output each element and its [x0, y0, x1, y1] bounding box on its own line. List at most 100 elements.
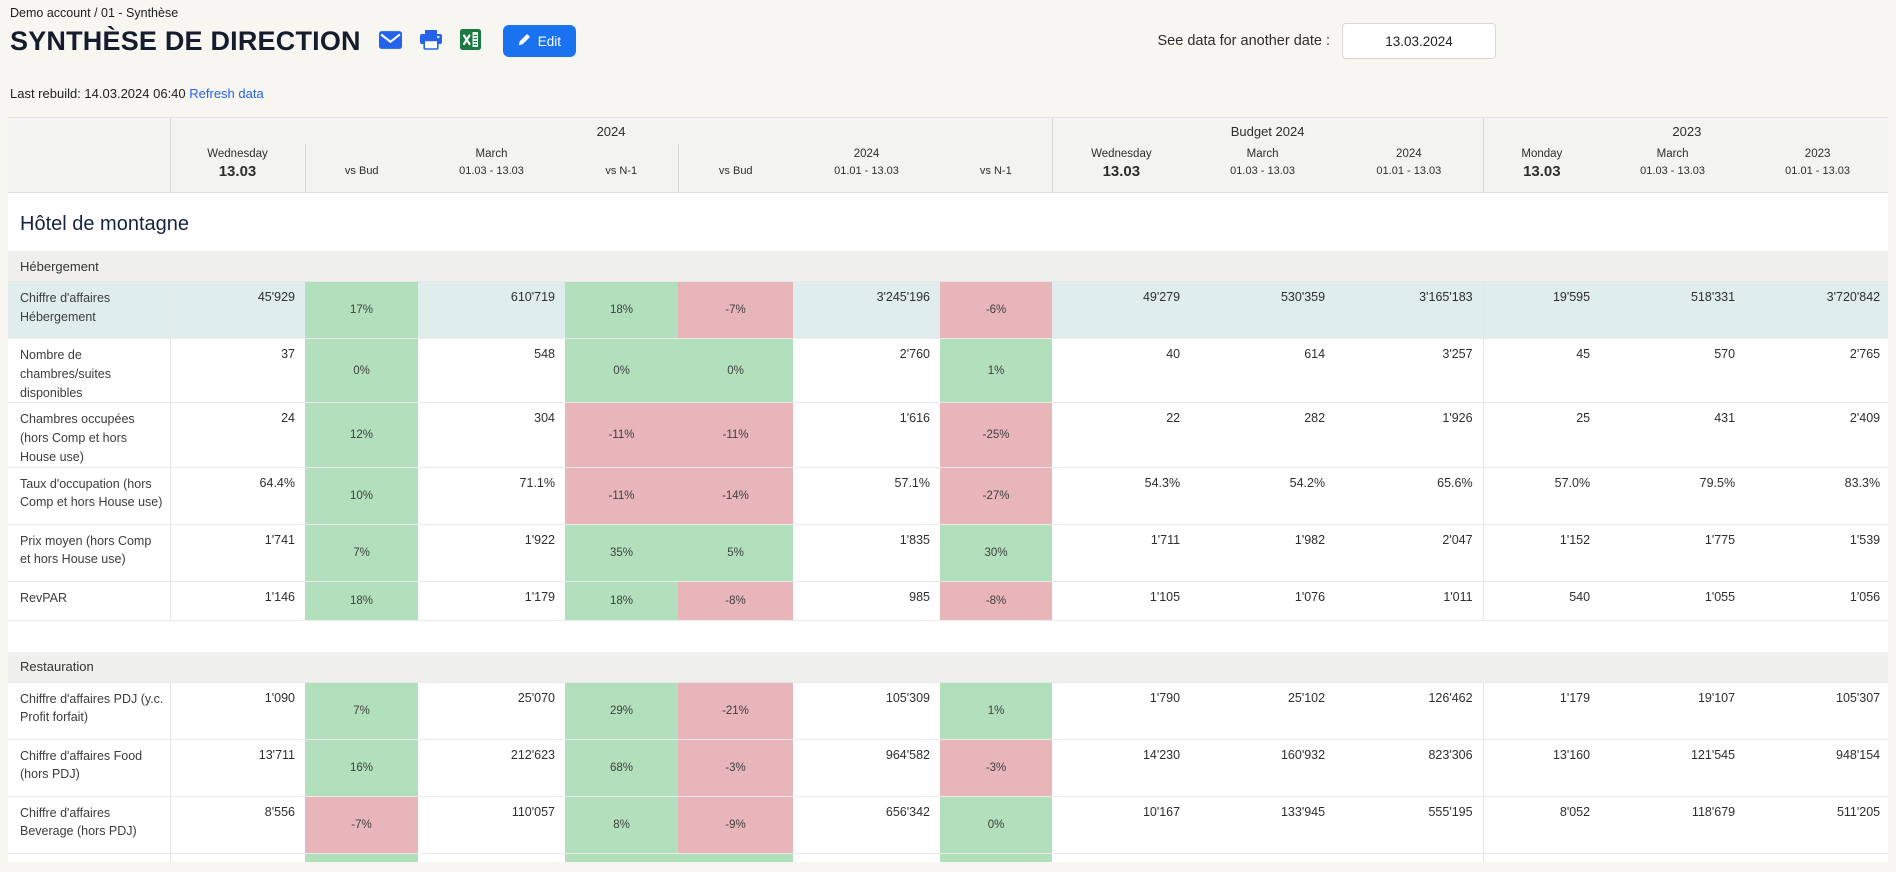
cell-value: 304	[418, 402, 565, 468]
cell-value: 1'146	[169, 581, 305, 621]
table-row: RevPAR 1'146 18% 1'179 18% -8% 985 -8% 1'105 1'07…	[8, 581, 1888, 621]
cell-variance: 30%	[940, 524, 1053, 582]
cell-value: 1'711	[1052, 524, 1191, 582]
summary-table: 2024 Budget 2024 2023 Wednesday March 2024 Wed…	[8, 117, 1888, 862]
cell-value: 964'582	[793, 739, 940, 797]
email-button[interactable]	[378, 30, 402, 52]
date-header: 01.03 - 13.03	[418, 161, 565, 193]
cell-variance: 1%	[940, 338, 1053, 404]
cell-value: 54.3%	[1052, 467, 1191, 525]
cell-value: 518'331	[1600, 281, 1746, 339]
period-header: March	[418, 144, 565, 161]
period-header: March	[1600, 144, 1746, 161]
cell-variance: -14%	[678, 467, 793, 525]
cell-value: 1'076	[1190, 581, 1336, 621]
corner-cell	[8, 117, 170, 144]
spacer-cell	[8, 620, 1888, 652]
print-button[interactable]	[419, 29, 442, 53]
cell-value: 1'790	[1052, 682, 1191, 740]
section-header-row: Hébergement	[8, 251, 1888, 282]
date-input[interactable]	[1342, 23, 1496, 59]
cell-variance: 0%	[678, 338, 793, 404]
date-picker-label: See data for another date :	[1157, 33, 1330, 49]
cell-value: 1'179	[418, 581, 565, 621]
cell-value: 282	[1190, 402, 1336, 468]
cell-variance: 129%	[565, 853, 678, 862]
cell-variance: -3%	[940, 739, 1053, 797]
cell-value: 105'307	[1745, 682, 1888, 740]
row-label: Chiffre d'affaires Hébergement	[8, 281, 170, 339]
cell-value: 610'719	[418, 281, 565, 339]
cell-variance: -6%	[940, 281, 1053, 339]
date-header: vs N-1	[565, 161, 678, 193]
cell-variance: 17%	[305, 281, 418, 339]
pencil-icon	[518, 33, 531, 49]
cell-variance: -8%	[678, 581, 793, 621]
cell-variance: 7%	[305, 524, 418, 582]
period-header: March	[1190, 144, 1336, 161]
cell-value: 555'195	[1335, 796, 1484, 854]
cell-value: 212'623	[418, 739, 565, 797]
table-row: Chiffre d'affaires Food (hors PDJ) 13'711…	[8, 739, 1888, 797]
date-header: vs N-1	[940, 161, 1053, 193]
cell-value: 570	[1600, 338, 1746, 404]
date-header: 13.03	[1482, 161, 1601, 193]
table-row: Chiffre d'affaires PDJ (y.c. Profit forf…	[8, 682, 1888, 740]
cell-value: 65	[169, 853, 305, 862]
cell-variance: 12%	[305, 402, 418, 468]
row-label: Chiffre d'affaires Beverage (hors PDJ)	[8, 796, 170, 854]
table-row: Chambres occupées (hors Comp et hors Hou…	[8, 402, 1888, 468]
edit-button[interactable]: Edit	[502, 25, 577, 57]
excel-export-button[interactable]	[459, 29, 481, 53]
period-header: 2023	[1745, 144, 1888, 161]
table-body: Hôtel de montagne Hébergement Chiffre d'af…	[8, 193, 1888, 862]
printer-icon	[419, 29, 442, 53]
cell-value: 129	[1052, 853, 1191, 862]
cell-variance: 0%	[305, 338, 418, 404]
date-header: 01.03 - 13.03	[1600, 161, 1746, 193]
cell-variance: 1%	[940, 682, 1053, 740]
cell-value: 54.2%	[1190, 467, 1336, 525]
cell-value: 49'279	[1052, 281, 1191, 339]
cell-value: 14'230	[1052, 739, 1191, 797]
cell-value: 2'289	[1600, 853, 1746, 862]
cell-value: 37	[169, 338, 305, 404]
cell-value: 25	[1482, 402, 1601, 468]
cell-value: 948'154	[1745, 739, 1888, 797]
table-period-row: Wednesday March 2024 Wednesday March 2024 Mond…	[8, 144, 1888, 161]
date-header: 01.01 - 13.03	[793, 161, 940, 193]
cell-value: 656'342	[793, 796, 940, 854]
section-label: Restauration	[8, 651, 1888, 683]
cell-value: 3'245'196	[793, 281, 940, 339]
table-row: Chiffre d'affaires Autre65183%4'474129%1…	[8, 853, 1888, 862]
cell-value: 1'056	[1745, 581, 1888, 621]
period-header: Monday	[1482, 144, 1601, 161]
cell-value: 133'945	[1190, 796, 1336, 854]
row-label: Chiffre d'affaires Food (hors PDJ)	[8, 739, 170, 797]
cell-variance: 8%	[565, 796, 678, 854]
corner-cell	[8, 161, 170, 193]
top-bar: Demo account / 01 - Synthèse SYNTHÈSE DE…	[0, 0, 1896, 101]
cell-variance: -27%	[940, 467, 1053, 525]
envelope-icon	[378, 30, 402, 52]
cell-value: 1'926	[1335, 402, 1484, 468]
row-label: Chambres occupées (hors Comp et hors Hou…	[8, 402, 170, 468]
table-row: Taux d'occupation (hors Comp et hors Hou…	[8, 467, 1888, 525]
cell-value: 1'055	[1600, 581, 1746, 621]
section-header-row: Restauration	[8, 651, 1888, 683]
cell-value: 540	[1482, 581, 1601, 621]
cell-value: 13'711	[169, 739, 305, 797]
cell-variance: 5%	[678, 524, 793, 582]
period-header: Wednesday	[1051, 144, 1191, 161]
cell-value: 24	[169, 402, 305, 468]
refresh-data-link[interactable]: Refresh data	[189, 86, 263, 101]
cell-variance: 0%	[940, 796, 1053, 854]
cell-value: 160'932	[1190, 739, 1336, 797]
cell-variance: 121%	[678, 853, 793, 862]
cell-variance: 68%	[565, 739, 678, 797]
cell-variance: -11%	[678, 402, 793, 468]
cell-value: 1'616	[793, 402, 940, 468]
period-header	[565, 144, 678, 161]
cell-value: 4'474	[418, 853, 565, 862]
cell-value: 2'047	[1335, 524, 1484, 582]
